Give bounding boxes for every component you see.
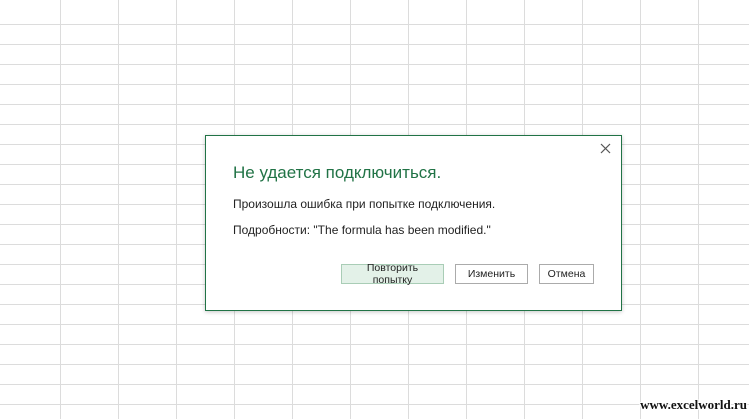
dialog-buttons: Повторить попытку Изменить Отмена — [341, 262, 594, 286]
retry-button[interactable]: Повторить попытку — [341, 262, 444, 286]
error-details: Подробности: "The formula has been modif… — [233, 223, 491, 237]
cancel-button[interactable]: Отмена — [539, 264, 594, 284]
edit-button[interactable]: Изменить — [455, 264, 528, 284]
close-button[interactable] — [597, 140, 613, 156]
dialog-title: Не удается подключиться. — [233, 163, 442, 182]
connection-error-dialog: Не удается подключиться. Произошла ошибк… — [205, 135, 622, 311]
watermark: www.excelworld.ru — [640, 397, 747, 412]
close-icon — [600, 143, 610, 153]
error-message: Произошла ошибка при попытке подключения… — [233, 197, 496, 211]
